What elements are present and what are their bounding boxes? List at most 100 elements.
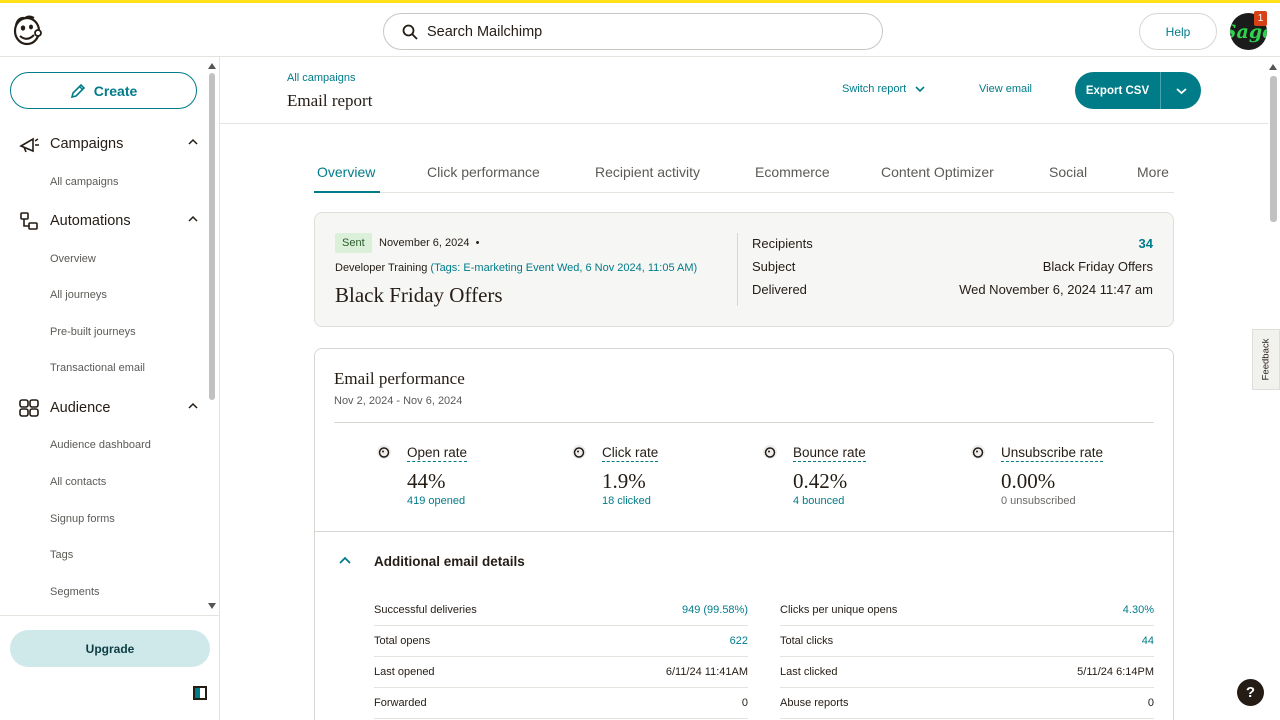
help-fab-button[interactable]: ? — [1237, 679, 1264, 706]
sidebar-item-pre-built-journeys[interactable]: Pre-built journeys — [50, 326, 136, 338]
collapse-panel-icon[interactable] — [193, 686, 207, 700]
export-csv-button[interactable]: Export CSV — [1075, 72, 1201, 109]
click-rate-label[interactable]: Click rate — [602, 445, 659, 462]
chevron-up-icon[interactable] — [188, 214, 198, 224]
tab-more[interactable]: More — [1137, 164, 1169, 180]
chevron-up-icon[interactable] — [188, 137, 198, 147]
email-performance-card: Email performance Nov 2, 2024 - Nov 6, 2… — [314, 348, 1174, 720]
active-tab-indicator — [314, 191, 380, 193]
detail-row: Abuse reports 0 — [780, 688, 1154, 719]
sidebar-item-all-campaigns[interactable]: All campaigns — [50, 176, 118, 188]
megaphone-icon — [19, 137, 39, 153]
recipients-value[interactable]: 34 — [1139, 236, 1153, 251]
unsubscribe-rate-label[interactable]: Unsubscribe rate — [1001, 445, 1104, 462]
additional-details-toggle[interactable]: Additional email details — [374, 554, 525, 569]
tab-click-performance[interactable]: Click performance — [427, 164, 540, 180]
sidebar-item-tags[interactable]: Tags — [50, 549, 73, 561]
bounce-rate-sub[interactable]: 4 bounced — [793, 495, 844, 507]
tab-ecommerce[interactable]: Ecommerce — [755, 164, 830, 180]
main-content: All campaigns Email report Switch report… — [220, 57, 1268, 720]
sidebar-item-all-journeys[interactable]: All journeys — [50, 289, 107, 301]
scroll-down-arrow[interactable] — [208, 603, 216, 609]
subject-label: Subject — [752, 259, 796, 274]
top-bar: Search Mailchimp Help Sage 1 — [0, 0, 1280, 57]
bounce-rate-label[interactable]: Bounce rate — [793, 445, 866, 462]
sidebar-item-overview[interactable]: Overview — [50, 253, 96, 265]
notification-badge: 1 — [1254, 11, 1267, 26]
chimp-icon — [377, 445, 391, 459]
nav-campaigns[interactable]: Campaigns — [18, 134, 198, 154]
switch-report-label: Switch report — [842, 83, 907, 95]
tab-content-optimizer[interactable]: Content Optimizer — [881, 164, 994, 180]
detail-value: 5/11/24 6:14PM — [1077, 666, 1154, 678]
open-rate-sub[interactable]: 419 opened — [407, 495, 465, 507]
detail-row: Forwarded 0 — [374, 688, 748, 719]
nav-audience[interactable]: Audience — [18, 398, 198, 418]
create-button[interactable]: Create — [10, 72, 197, 109]
detail-label: Last clicked — [780, 666, 838, 678]
detail-label: Forwarded — [374, 697, 427, 709]
summary-divider — [737, 233, 738, 306]
page-scrollbar[interactable] — [1270, 76, 1277, 222]
click-rate-value: 1.9% — [602, 469, 646, 493]
detail-label: Total opens — [374, 635, 431, 647]
search-input[interactable]: Search Mailchimp — [383, 13, 883, 50]
open-rate-label[interactable]: Open rate — [407, 445, 468, 462]
detail-value[interactable]: 4.30% — [1123, 604, 1154, 616]
mailchimp-logo-icon[interactable] — [10, 13, 44, 47]
click-rate-sub[interactable]: 18 clicked — [602, 495, 651, 507]
tab-social[interactable]: Social — [1049, 164, 1087, 180]
feedback-label: Feedback — [1260, 338, 1272, 381]
sidebar: Create Campaigns All campaigns Automatio… — [0, 57, 220, 720]
tab-recipient-activity[interactable]: Recipient activity — [595, 164, 700, 180]
export-csv-label: Export CSV — [1085, 84, 1150, 97]
nav-automations[interactable]: Automations — [18, 211, 198, 231]
view-email-link[interactable]: View email — [979, 83, 1032, 95]
detail-value: 0 — [1147, 697, 1154, 709]
sidebar-scrollbar[interactable] — [209, 73, 215, 400]
breadcrumb[interactable]: All campaigns — [287, 72, 355, 84]
detail-row: Last clicked 5/11/24 6:14PM — [780, 657, 1154, 688]
audience-icon — [19, 399, 39, 417]
chevron-down-icon — [915, 86, 925, 93]
switch-report-button[interactable]: Switch report — [842, 83, 925, 95]
performance-divider — [334, 422, 1154, 423]
automation-icon — [20, 212, 38, 230]
nav-audience-label: Audience — [50, 400, 111, 416]
detail-label: Abuse reports — [780, 697, 849, 709]
detail-row: Last opened 6/11/24 11:41AM — [374, 657, 748, 688]
tab-overview[interactable]: Overview — [317, 164, 375, 180]
detail-value[interactable]: 622 — [730, 635, 748, 647]
export-options-toggle[interactable] — [1161, 87, 1201, 95]
chevron-down-icon — [1175, 87, 1187, 94]
audience-name: Developer Training — [335, 262, 428, 274]
campaign-tags[interactable]: (Tags: E-marketing Event Wed, 6 Nov 2024… — [430, 262, 697, 274]
scroll-up-arrow[interactable] — [1269, 64, 1277, 70]
detail-value[interactable]: 949 (99.58%) — [682, 604, 748, 616]
scroll-up-arrow[interactable] — [208, 63, 216, 69]
sidebar-item-all-contacts[interactable]: All contacts — [50, 476, 106, 488]
detail-label: Last opened — [374, 666, 435, 678]
page-title: Email report — [287, 91, 373, 110]
feedback-tab[interactable]: Feedback — [1252, 329, 1280, 390]
delivered-label: Delivered — [752, 282, 807, 297]
detail-label: Clicks per unique opens — [780, 604, 898, 616]
detail-row: Clicks per unique opens 4.30% — [780, 595, 1154, 626]
detail-value: 6/11/24 11:41AM — [665, 666, 748, 678]
performance-title: Email performance — [334, 369, 465, 388]
nav-automations-label: Automations — [50, 213, 131, 229]
sidebar-item-audience-dashboard[interactable]: Audience dashboard — [50, 439, 151, 451]
upgrade-button[interactable]: Upgrade — [10, 630, 210, 667]
chevron-up-icon[interactable] — [188, 401, 198, 411]
search-placeholder: Search Mailchimp — [427, 23, 543, 40]
chevron-up-icon[interactable] — [339, 556, 351, 565]
report-tabs: Overview Click performance Recipient act… — [314, 159, 1174, 193]
campaign-summary-card: Sent November 6, 2024 • Developer Traini… — [314, 212, 1174, 327]
sidebar-item-segments[interactable]: Segments — [50, 586, 100, 598]
search-icon — [402, 24, 418, 40]
sidebar-item-transactional-email[interactable]: Transactional email — [50, 362, 145, 374]
detail-value[interactable]: 44 — [1142, 635, 1154, 647]
sidebar-item-signup-forms[interactable]: Signup forms — [50, 513, 115, 525]
help-button[interactable]: Help — [1139, 13, 1217, 50]
sent-date-value: November 6, 2024 — [379, 237, 470, 249]
